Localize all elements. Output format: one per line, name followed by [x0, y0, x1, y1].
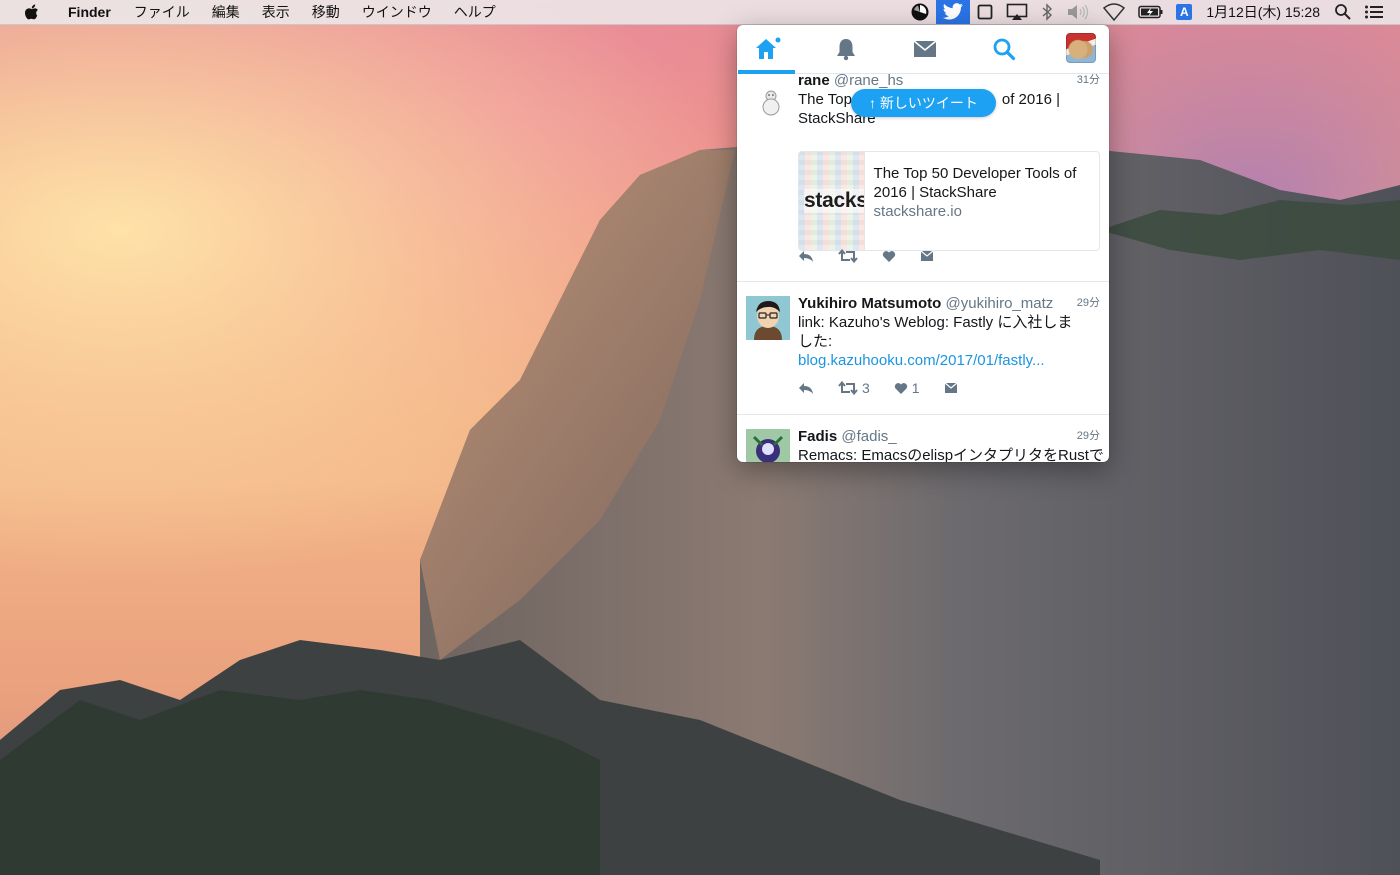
link-card-title: The Top 50 Developer Tools of 2016 | Sta…: [873, 165, 1077, 201]
battery-icon[interactable]: [1132, 0, 1170, 24]
tweet-timestamp[interactable]: 31分: [1077, 74, 1100, 87]
status-app-icon[interactable]: [904, 0, 936, 24]
wifi-icon[interactable]: [1096, 0, 1132, 24]
desktop-wallpaper: [0, 145, 1400, 875]
tweet-header: Yukihiro Matsumoto @yukihiro_matz: [798, 282, 1099, 313]
menu-go[interactable]: 移動: [301, 0, 351, 24]
retweet-button[interactable]: 3: [838, 380, 870, 396]
tweet-author-name[interactable]: rane: [798, 74, 830, 89]
tweet-text: link: Kazuho's Weblog: Fastly に入社しました: b…: [798, 313, 1086, 370]
clock[interactable]: 1月12日(木) 15:28: [1198, 0, 1328, 24]
profile-avatar[interactable]: [1066, 33, 1096, 63]
popover-tab-bar: [737, 25, 1109, 74]
tweet[interactable]: Fadis @fadis_ 29分 Remacs: Emacsのelispインタ…: [737, 415, 1109, 462]
airplay-icon[interactable]: [1000, 0, 1034, 24]
like-button[interactable]: 1: [894, 380, 920, 396]
link-card-thumbnail-text: stacksha: [804, 189, 864, 213]
envelope-icon: [920, 250, 934, 261]
tweet-author-handle[interactable]: @fadis_: [841, 428, 896, 445]
notification-center-icon[interactable]: [1358, 0, 1390, 24]
twitter-popover: rane @rane_hs 31分 The Top of 2016 | Stac…: [737, 25, 1109, 462]
volume-icon[interactable]: [1060, 0, 1096, 24]
like-button[interactable]: [882, 250, 896, 263]
timeline: rane @rane_hs 31分 The Top of 2016 | Stac…: [737, 74, 1109, 462]
tweet-author-handle[interactable]: @rane_hs: [834, 74, 903, 89]
direct-message-button[interactable]: [944, 382, 958, 394]
bell-icon: [836, 39, 855, 61]
menu-window[interactable]: ウインドウ: [351, 0, 443, 24]
avatar[interactable]: [746, 82, 790, 126]
retweet-button[interactable]: [838, 249, 858, 263]
tweet-actions: [798, 241, 958, 271]
reply-button[interactable]: [798, 249, 814, 263]
tab-search[interactable]: [975, 25, 1032, 73]
tab-messages[interactable]: [896, 25, 953, 73]
tweet-body: link: Kazuho's Weblog: Fastly に入社しました:: [798, 314, 1073, 350]
tweet[interactable]: Yukihiro Matsumoto @yukihiro_matz 29分 li…: [737, 282, 1109, 415]
apple-menu-icon[interactable]: [22, 3, 40, 21]
heart-icon: [894, 382, 907, 394]
tweet-timestamp[interactable]: 29分: [1077, 294, 1100, 310]
like-count: 1: [911, 380, 920, 396]
home-icon: [755, 37, 780, 59]
tweet-text-end: of 2016 |: [1001, 91, 1060, 108]
spotlight-search-icon[interactable]: [1328, 0, 1358, 24]
link-card-domain: stackshare.io: [873, 203, 962, 220]
tweet-actions: 3 1: [798, 373, 1099, 403]
avatar[interactable]: [746, 429, 790, 462]
avatar[interactable]: [746, 296, 790, 340]
menu-file[interactable]: ファイル: [123, 0, 201, 24]
link-card[interactable]: stacksha The Top 50 Developer Tools of 2…: [798, 151, 1100, 251]
retweet-count: 3: [862, 380, 870, 396]
tab-notifications[interactable]: [817, 25, 874, 73]
tweet-text-start: The Top: [798, 91, 852, 108]
window-icon[interactable]: [970, 0, 1000, 24]
menu-bar: Finder ファイル 編集 表示 移動 ウインドウ ヘルプ A 1月12日(木…: [0, 0, 1400, 25]
tab-home[interactable]: [738, 25, 795, 74]
link-card-thumbnail: stacksha: [799, 152, 865, 250]
reply-button[interactable]: [798, 381, 814, 395]
new-tweets-button[interactable]: ↑ 新しいツイート: [851, 89, 996, 117]
tweet[interactable]: rane @rane_hs 31分 The Top of 2016 | Stac…: [737, 74, 1109, 282]
heart-icon: [882, 250, 896, 262]
tweet-body: Remacs: EmacsのelispインタプリタをRustで: [798, 447, 1104, 462]
retweet-icon: [838, 249, 858, 263]
tweet-header: Fadis @fadis_: [798, 415, 1099, 446]
tweet-timestamp[interactable]: 29分: [1077, 427, 1100, 443]
envelope-icon: [944, 382, 957, 393]
reply-icon: [799, 251, 813, 262]
bluetooth-icon[interactable]: [1034, 0, 1060, 24]
menu-view[interactable]: 表示: [251, 0, 301, 24]
input-method-icon[interactable]: A: [1170, 0, 1198, 24]
link-card-body: The Top 50 Developer Tools of 2016 | Sta…: [865, 152, 1099, 250]
tweet-author-name[interactable]: Fadis: [798, 428, 837, 445]
input-method-label: A: [1176, 4, 1193, 20]
menu-help[interactable]: ヘルプ: [443, 0, 507, 24]
menu-edit[interactable]: 編集: [201, 0, 251, 24]
tweet-author-handle[interactable]: @yukihiro_matz: [946, 295, 1054, 312]
tweet-header: rane @rane_hs: [798, 74, 903, 90]
tweet-link[interactable]: blog.kazuhooku.com/2017/01/fastly...: [798, 351, 1086, 370]
envelope-icon: [912, 40, 937, 57]
twitter-menubar-icon[interactable]: [936, 0, 971, 24]
direct-message-button[interactable]: [920, 250, 934, 262]
menu-app-finder[interactable]: Finder: [60, 0, 123, 24]
reply-icon: [799, 383, 813, 394]
search-icon: [993, 38, 1015, 61]
tweet-author-name[interactable]: Yukihiro Matsumoto: [798, 295, 941, 312]
retweet-icon: [838, 381, 858, 395]
